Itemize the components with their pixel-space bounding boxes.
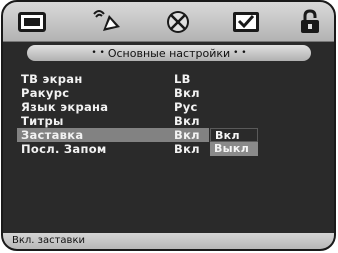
osd-window: • • Основные настройки • • ТВ экран LB Р… [1, 0, 336, 251]
menu-item-label: Посл. Запом [21, 142, 107, 156]
menu-item-value: LB [174, 72, 191, 86]
tab-bar [3, 2, 334, 42]
menu-item-label: Титры [21, 114, 64, 128]
settings-menu: ТВ экран LB Ракурс Вкл Язык экрана Рус Т… [17, 72, 327, 156]
disc-icon [167, 11, 189, 33]
tab-lock[interactable] [295, 9, 325, 35]
menu-item-label: ТВ экран [21, 72, 83, 86]
screen-icon [18, 12, 46, 32]
tab-audio[interactable] [93, 9, 123, 35]
tab-check[interactable] [231, 9, 261, 35]
status-bar: Вкл. заставки [3, 233, 334, 249]
page-title: Основные настройки [107, 46, 231, 60]
menu-item-value: Вкл [174, 114, 200, 128]
title-dots-left: • • [91, 48, 105, 58]
section-title: • • Основные настройки • • [27, 45, 311, 61]
menu-item-value: Рус [174, 100, 198, 114]
audio-icon [93, 10, 120, 31]
menu-item-value: Вкл [174, 86, 200, 100]
menu-item-last-memory[interactable]: Посл. Запом Вкл Выкл [17, 142, 327, 156]
submenu-option-off[interactable]: Выкл [210, 142, 258, 156]
menu-item-value: Вкл [174, 128, 200, 142]
menu-item-tv-screen[interactable]: ТВ экран LB [17, 72, 327, 86]
title-dots-right: • • [233, 48, 247, 58]
lock-icon [301, 9, 319, 33]
tab-screen[interactable] [17, 9, 47, 35]
status-text: Вкл. заставки [12, 235, 85, 246]
menu-item-angle[interactable]: Ракурс Вкл [17, 86, 327, 100]
menu-item-label: Заставка [21, 128, 84, 142]
menu-item-screensaver[interactable]: Заставка Вкл Вкл [17, 128, 258, 142]
menu-item-osd-language[interactable]: Язык экрана Рус [17, 100, 327, 114]
submenu-option-on[interactable]: Вкл [210, 128, 258, 142]
menu-item-label: Язык экрана [21, 100, 109, 114]
menu-item-value: Вкл [174, 142, 200, 156]
menu-item-captions[interactable]: Титры Вкл [17, 114, 327, 128]
tab-disc[interactable] [163, 9, 193, 35]
menu-item-label: Ракурс [21, 86, 70, 100]
check-icon [233, 12, 259, 32]
